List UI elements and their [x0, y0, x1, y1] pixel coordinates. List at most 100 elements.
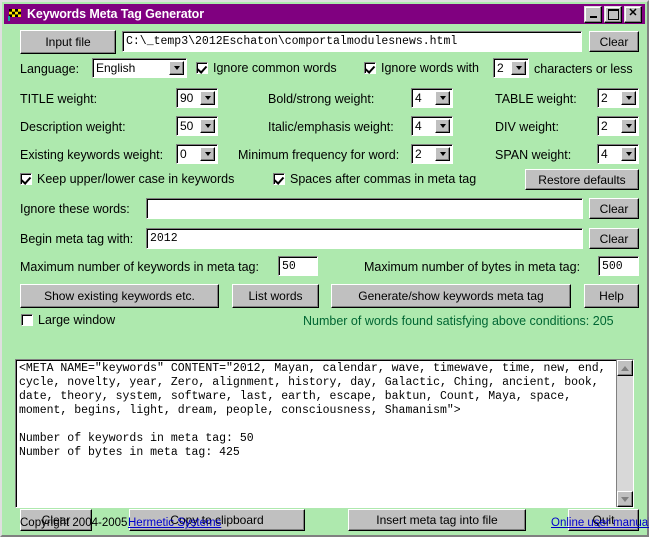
title-weight-select[interactable]: 90 [176, 88, 218, 108]
checkbox-box [20, 173, 32, 185]
generate-meta-tag-button[interactable]: Generate/show keywords meta tag [331, 284, 571, 308]
ignore-words-input[interactable] [146, 198, 583, 219]
max-keywords-input[interactable]: 50 [278, 256, 318, 276]
max-bytes-label: Maximum number of bytes in meta tag: [364, 260, 581, 274]
spaces-after-commas-label: Spaces after commas in meta tag [290, 172, 477, 186]
hermetic-systems-link[interactable]: Hermetic Systems [128, 517, 221, 529]
language-select[interactable]: English [92, 58, 187, 78]
chevron-down-icon[interactable] [435, 91, 450, 105]
minimize-icon [589, 16, 597, 18]
chevron-down-icon[interactable] [200, 91, 215, 105]
table-weight-select[interactable]: 2 [597, 88, 639, 108]
keep-case-label: Keep upper/lower case in keywords [37, 172, 235, 186]
table-weight-value: 2 [601, 91, 608, 105]
show-existing-keywords-label: Show existing keywords etc. [44, 289, 195, 303]
italic-weight-value: 4 [415, 119, 422, 133]
app-window: Keywords Meta Tag Generator ✕ Input file… [0, 0, 649, 537]
div-weight-select[interactable]: 2 [597, 116, 639, 136]
ignore-words-clear-label: Clear [599, 201, 629, 216]
bold-weight-label: Bold/strong weight: [268, 92, 375, 106]
checkbox-box [196, 62, 208, 74]
scroll-down-button[interactable] [617, 491, 633, 507]
div-weight-value: 2 [601, 119, 608, 133]
span-weight-select[interactable]: 4 [597, 144, 639, 164]
title-bar: Keywords Meta Tag Generator ✕ [4, 4, 645, 24]
ignore-common-words-label: Ignore common words [213, 61, 337, 75]
restore-defaults-button[interactable]: Restore defaults [525, 169, 639, 190]
online-user-manual-link[interactable]: Online user manual [551, 517, 649, 529]
language-value: English [96, 61, 136, 75]
div-weight-label: DIV weight: [495, 120, 559, 134]
output-textarea[interactable]: <META NAME="keywords" CONTENT="2012, May… [15, 359, 634, 508]
ignore-words-label: Ignore these words: [20, 202, 130, 216]
chevron-down-icon[interactable] [435, 147, 450, 161]
max-bytes-value: 500 [602, 259, 623, 273]
insert-meta-tag-button[interactable]: Insert meta tag into file [348, 509, 526, 531]
description-weight-value: 50 [180, 119, 194, 133]
output-text: <META NAME="keywords" CONTENT="2012, May… [19, 362, 606, 459]
bold-weight-select[interactable]: 4 [411, 88, 453, 108]
ignore-common-words-checkbox[interactable]: Ignore common words [196, 61, 337, 75]
max-keywords-value: 50 [282, 259, 296, 273]
begin-meta-input[interactable]: 2012 [146, 228, 583, 249]
min-frequency-value: 2 [415, 147, 422, 161]
title-weight-label: TITLE weight: [20, 92, 98, 106]
close-icon: ✕ [628, 7, 638, 19]
scroll-up-button[interactable] [617, 360, 633, 376]
restore-defaults-label: Restore defaults [538, 172, 626, 187]
language-label: Language: [20, 62, 80, 76]
ignore-words-clear-button[interactable]: Clear [589, 198, 639, 219]
generate-meta-tag-label: Generate/show keywords meta tag [358, 289, 544, 303]
span-weight-value: 4 [601, 147, 608, 161]
caret-up-icon [621, 365, 629, 371]
chevron-down-icon[interactable] [200, 147, 215, 161]
chevron-down-icon[interactable] [435, 119, 450, 133]
list-words-button[interactable]: List words [232, 284, 319, 308]
chevron-down-icon[interactable] [169, 61, 184, 75]
window-controls: ✕ [584, 5, 642, 23]
chevron-down-icon[interactable] [621, 119, 636, 133]
min-frequency-label: Minimum frequency for word: [238, 148, 400, 162]
table-weight-label: TABLE weight: [495, 92, 577, 106]
italic-weight-select[interactable]: 4 [411, 116, 453, 136]
chevron-down-icon[interactable] [200, 119, 215, 133]
input-file-clear-label: Clear [599, 34, 629, 49]
chevron-down-icon[interactable] [621, 91, 636, 105]
chevron-down-icon[interactable] [511, 61, 526, 75]
span-weight-label: SPAN weight: [495, 148, 572, 162]
large-window-label: Large window [38, 313, 116, 327]
existing-keywords-weight-label: Existing keywords weight: [20, 148, 164, 162]
keep-case-checkbox[interactable]: Keep upper/lower case in keywords [20, 172, 234, 186]
existing-keywords-weight-value: 0 [180, 147, 187, 161]
checkbox-box [364, 62, 376, 74]
title-weight-value: 90 [180, 91, 194, 105]
min-characters-select[interactable]: 2 [493, 58, 529, 78]
window-title: Keywords Meta Tag Generator [27, 7, 204, 21]
min-frequency-select[interactable]: 2 [411, 144, 453, 164]
ignore-short-words-checkbox[interactable]: Ignore words with [364, 61, 479, 75]
begin-meta-clear-label: Clear [599, 231, 629, 246]
insert-meta-tag-label: Insert meta tag into file [376, 513, 498, 527]
input-file-clear-button[interactable]: Clear [589, 31, 639, 52]
checkered-flag-icon [7, 6, 23, 22]
scrollbar-track[interactable] [617, 376, 633, 491]
max-bytes-input[interactable]: 500 [598, 256, 639, 276]
input-file-button[interactable]: Input file [20, 30, 116, 54]
min-characters-suffix-label: characters or less [534, 62, 633, 76]
caret-down-icon [621, 496, 629, 502]
existing-keywords-weight-select[interactable]: 0 [176, 144, 218, 164]
copyright-text: Copyright 2004-2005 [20, 517, 128, 529]
maximize-button[interactable] [604, 5, 622, 23]
help-button[interactable]: Help [584, 284, 639, 308]
output-scrollbar[interactable] [616, 360, 633, 507]
close-button[interactable]: ✕ [624, 5, 642, 23]
italic-weight-label: Italic/emphasis weight: [268, 120, 394, 134]
large-window-checkbox[interactable]: Large window [21, 313, 115, 327]
show-existing-keywords-button[interactable]: Show existing keywords etc. [20, 284, 219, 308]
spaces-after-commas-checkbox[interactable]: Spaces after commas in meta tag [273, 172, 476, 186]
minimize-button[interactable] [584, 5, 602, 23]
begin-meta-clear-button[interactable]: Clear [589, 228, 639, 249]
input-file-path-field[interactable]: C:\_temp3\2012Eschaton\comportalmodulesn… [122, 31, 582, 52]
chevron-down-icon[interactable] [621, 147, 636, 161]
description-weight-select[interactable]: 50 [176, 116, 218, 136]
